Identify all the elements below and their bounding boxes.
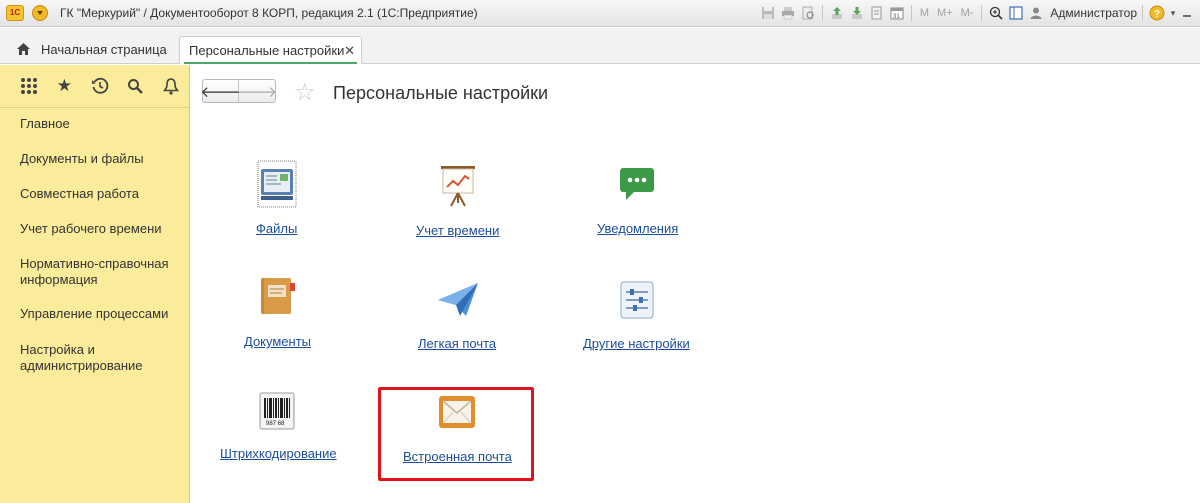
user-icon[interactable] xyxy=(1027,4,1045,22)
tile-time-tracking-link[interactable]: Учет времени xyxy=(416,223,499,238)
help-icon[interactable]: ? xyxy=(1148,4,1166,22)
sidebar-item-collaboration[interactable]: Совместная работа xyxy=(0,186,190,202)
notifications-icon[interactable] xyxy=(618,163,658,207)
print-icon[interactable] xyxy=(779,4,797,22)
upload-icon[interactable] xyxy=(828,4,846,22)
history-icon[interactable] xyxy=(82,71,118,101)
toolbar-separator xyxy=(910,5,912,21)
tab-bar: Начальная страница Персональные настройк… xyxy=(0,28,1200,64)
download-icon[interactable] xyxy=(848,4,866,22)
other-settings-icon[interactable] xyxy=(619,280,659,324)
sidebar-item-main[interactable]: Главное xyxy=(0,116,190,132)
preview-icon[interactable] xyxy=(799,4,817,22)
panels-icon[interactable] xyxy=(1007,4,1025,22)
tab-personal-settings[interactable]: Персональные настройки ✕ xyxy=(179,36,362,64)
time-tracking-icon[interactable] xyxy=(438,163,478,207)
main-menu-button[interactable] xyxy=(32,5,48,21)
forward-arrow-icon[interactable]: 🡒 xyxy=(237,80,277,102)
tile-barcoding-link[interactable]: Штрихкодирование xyxy=(220,446,337,461)
calendar-icon[interactable]: 31 xyxy=(888,4,906,22)
save-icon[interactable] xyxy=(759,4,777,22)
home-icon xyxy=(16,42,31,56)
page-title: Персональные настройки xyxy=(333,83,549,103)
back-arrow-icon[interactable]: 🡐 xyxy=(200,80,241,102)
memory-minus-button[interactable]: M- xyxy=(958,7,977,19)
calendar-day-label: 31 xyxy=(893,14,900,20)
highlight-annotation xyxy=(378,387,534,481)
tile-documents-link[interactable]: Документы xyxy=(244,334,311,349)
documents-icon[interactable] xyxy=(258,275,298,319)
window-title: ГК "Меркурий" / Документооборот 8 КОРП, … xyxy=(60,6,478,20)
window-title-bar: 1С ГК "Меркурий" / Документооборот 8 КОР… xyxy=(0,0,1200,27)
window-toolbar: 31 M M+ M- Администратор ? ▾ xyxy=(759,3,1194,23)
toolbar-separator xyxy=(821,5,823,21)
apps-grid-icon[interactable] xyxy=(11,71,47,101)
files-icon[interactable] xyxy=(257,160,297,208)
close-icon[interactable]: ✕ xyxy=(344,43,355,59)
zoom-icon[interactable] xyxy=(987,4,1005,22)
tile-other-settings-link[interactable]: Другие настройки xyxy=(583,336,690,351)
sidebar-item-admin-settings[interactable]: Настройка и администрирование xyxy=(0,342,190,374)
barcode-digits: 987 68 xyxy=(266,421,285,427)
sidebar-item-time-tracking[interactable]: Учет рабочего времени xyxy=(0,221,190,237)
sidebar-item-reference-info[interactable]: Нормативно-справочная информация xyxy=(0,256,190,288)
sidebar-item-documents-files[interactable]: Документы и файлы xyxy=(0,151,190,167)
search-icon[interactable] xyxy=(118,71,154,101)
tab-personal-settings-label: Персональные настройки xyxy=(189,43,345,58)
notifications-bell-icon[interactable] xyxy=(153,71,189,101)
user-name[interactable]: Администратор xyxy=(1050,6,1137,20)
svg-text:?: ? xyxy=(1154,9,1160,20)
sidebar-toolbar: ★ xyxy=(0,65,189,108)
tab-home[interactable]: Начальная страница xyxy=(8,38,180,60)
toolbar-separator xyxy=(1142,5,1143,21)
chevron-down-icon[interactable]: ▾ xyxy=(1168,4,1178,22)
barcode-icon[interactable]: 987 68 xyxy=(259,392,299,436)
favorites-star-icon[interactable]: ★ xyxy=(47,71,83,101)
toolbar-separator xyxy=(981,5,983,21)
1c-logo-icon: 1С xyxy=(6,5,24,21)
favorite-star-icon[interactable]: ☆ xyxy=(294,78,316,107)
sidebar: ★ Главное Документы и файлы Совместная р… xyxy=(0,65,190,503)
tab-home-label: Начальная страница xyxy=(41,41,167,57)
tile-light-mail-link[interactable]: Легкая почта xyxy=(418,336,496,351)
navigation-buttons: 🡐 🡒 xyxy=(200,79,277,103)
memory-m-button[interactable]: M xyxy=(917,7,932,19)
tile-notifications-link[interactable]: Уведомления xyxy=(597,221,678,236)
memory-plus-button[interactable]: M+ xyxy=(934,7,956,19)
minimize-icon[interactable] xyxy=(1180,4,1194,22)
sidebar-item-process-management[interactable]: Управление процессами xyxy=(0,306,190,322)
documents-icon[interactable] xyxy=(868,4,886,22)
paper-plane-icon[interactable] xyxy=(436,280,478,324)
tile-files-link[interactable]: Файлы xyxy=(256,221,297,236)
